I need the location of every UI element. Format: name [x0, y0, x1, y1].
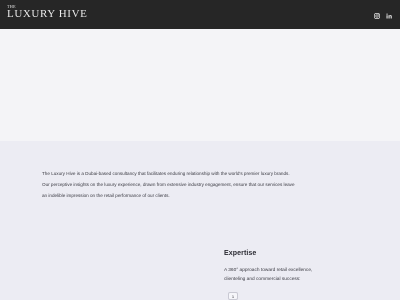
instagram-icon[interactable] [373, 12, 381, 20]
intro-line-1: The Luxury Hive is a Dubai-based consult… [42, 171, 290, 176]
expertise-step-badge[interactable]: 1 [228, 292, 238, 300]
expertise-desc-line-1: A 360° approach toward retail excellence… [224, 268, 313, 273]
intro-line-2: Our perceptive insights on the luxury ex… [42, 181, 295, 187]
logo-main-text: Luxury Hive [7, 8, 88, 20]
intro-line-3: an indelible impression on the retail pe… [42, 192, 170, 198]
expertise-description: A 360° approach toward retail excellence… [224, 267, 354, 284]
intro-text: The Luxury Hive is a Dubai-based consult… [42, 169, 362, 201]
site-logo[interactable]: THE Luxury Hive [7, 4, 87, 20]
expertise-heading: Expertise [224, 250, 257, 257]
site-header: THE Luxury Hive [0, 0, 400, 29]
expertise-desc-line-2: clienteling and commercial success: [224, 276, 301, 282]
linkedin-icon[interactable] [385, 12, 393, 20]
hero-section [0, 29, 400, 141]
